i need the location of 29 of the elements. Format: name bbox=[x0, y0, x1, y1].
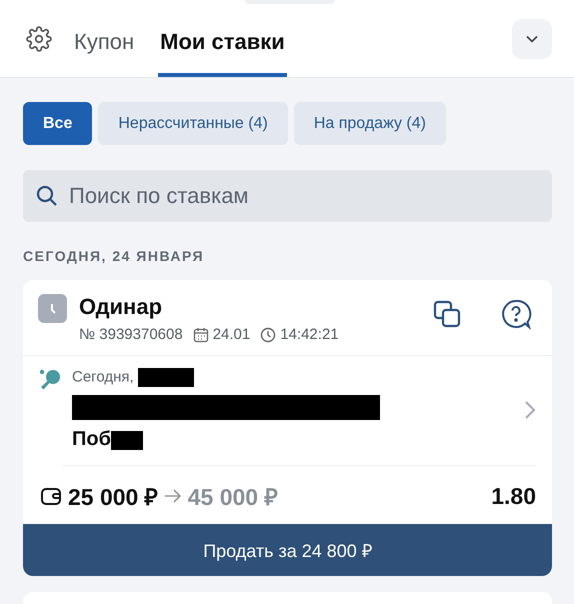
table-tennis-icon bbox=[38, 368, 62, 392]
wallet-icon bbox=[40, 485, 62, 507]
filter-chip[interactable]: Нерассчитанные (4) bbox=[98, 102, 288, 145]
bet-date: 24.01 bbox=[212, 326, 250, 343]
tab[interactable]: Мои ставки bbox=[158, 0, 287, 77]
section-title: СЕГОДНЯ, 24 ЯНВАРЯ bbox=[23, 248, 206, 264]
calendar-icon bbox=[192, 326, 209, 342]
arrow-right-icon bbox=[164, 489, 182, 503]
odds-value: 1.80 bbox=[491, 482, 536, 510]
bet-time: 14:42:21 bbox=[280, 326, 339, 343]
tab[interactable]: Купон bbox=[72, 0, 136, 77]
bet-number: № 3939370608 bbox=[79, 326, 183, 343]
settings-icon[interactable] bbox=[26, 26, 52, 52]
redaction-bar bbox=[110, 431, 143, 450]
filter-chip[interactable]: Все bbox=[23, 102, 92, 145]
redaction-bar bbox=[138, 368, 194, 387]
sell-button[interactable]: Продать за 24 800 ₽ bbox=[23, 524, 552, 576]
search-icon bbox=[35, 184, 59, 208]
payout-amount: 45 000 ₽ bbox=[188, 483, 278, 512]
stake-amount: 25 000 ₽ bbox=[68, 483, 158, 512]
event-row[interactable]: Сегодня, Поб bbox=[23, 356, 552, 465]
chevron-right-icon bbox=[524, 400, 536, 420]
search-field[interactable]: Поиск по ставкам bbox=[23, 170, 552, 222]
outcome-text: Поб bbox=[72, 428, 111, 450]
clock-icon bbox=[38, 294, 67, 323]
filter-chip[interactable]: На продажу (4) bbox=[294, 102, 446, 145]
event-date: Сегодня, bbox=[72, 368, 135, 386]
clock-icon bbox=[260, 326, 276, 342]
bet-type: Одинар bbox=[79, 294, 164, 320]
